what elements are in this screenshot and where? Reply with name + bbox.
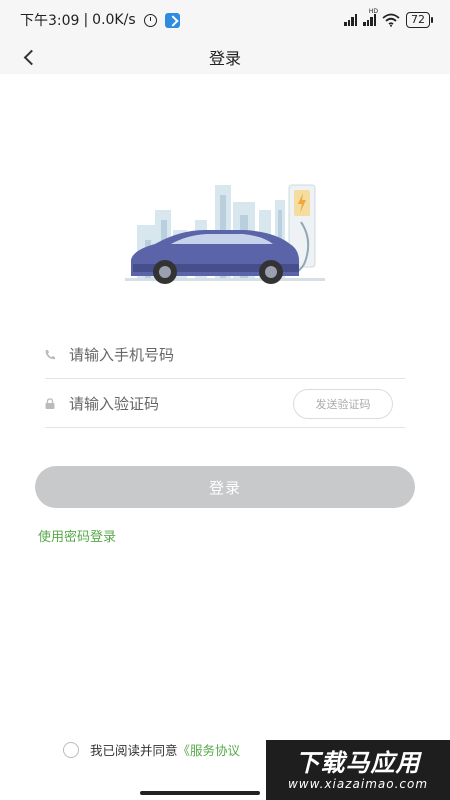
status-left: 下午3:09 | 0.0K/s — [20, 10, 180, 30]
nav-bar: 登录 — [0, 40, 450, 74]
wifi-icon — [382, 13, 400, 27]
home-indicator[interactable] — [140, 791, 260, 795]
watermark: 下载马应用 www.xiazaimao.com — [266, 740, 450, 800]
app-notification-icon — [164, 12, 180, 28]
agreement-text: 我已阅读并同意 — [90, 743, 178, 758]
battery-icon: 72 — [406, 12, 433, 28]
alarm-icon — [143, 13, 157, 27]
signal-hd-icon: HD — [363, 8, 378, 26]
watermark-url: www.xiazaimao.com — [287, 777, 429, 791]
phone-input[interactable] — [67, 345, 405, 364]
verification-code-field: 发送验证码 — [45, 380, 405, 428]
agreement-checkbox[interactable] — [63, 741, 79, 758]
chevron-left-icon — [23, 49, 39, 65]
ev-charging-illustration — [125, 184, 325, 284]
status-bar: 下午3:09 | 0.0K/s HD 72 — [0, 0, 450, 40]
agreement-row: 我已阅读并同意 《服务协议 — [63, 740, 240, 759]
status-divider: | — [83, 12, 89, 28]
status-speed: 0.0K/s — [92, 12, 136, 28]
status-time: 下午3:09 — [20, 13, 80, 29]
status-right: HD 72 — [344, 8, 433, 28]
watermark-title: 下载马应用 — [295, 749, 421, 777]
login-button[interactable]: 登录 — [35, 466, 415, 508]
phone-icon — [45, 349, 67, 360]
service-agreement-link[interactable]: 《服务协议 — [178, 740, 241, 759]
back-button[interactable] — [16, 44, 42, 70]
phone-field — [45, 331, 405, 379]
page-title: 登录 — [208, 49, 241, 68]
signal-icon — [344, 14, 357, 26]
lock-icon — [45, 398, 67, 409]
password-login-link[interactable]: 使用密码登录 — [38, 526, 116, 545]
send-code-button[interactable]: 发送验证码 — [293, 389, 393, 419]
